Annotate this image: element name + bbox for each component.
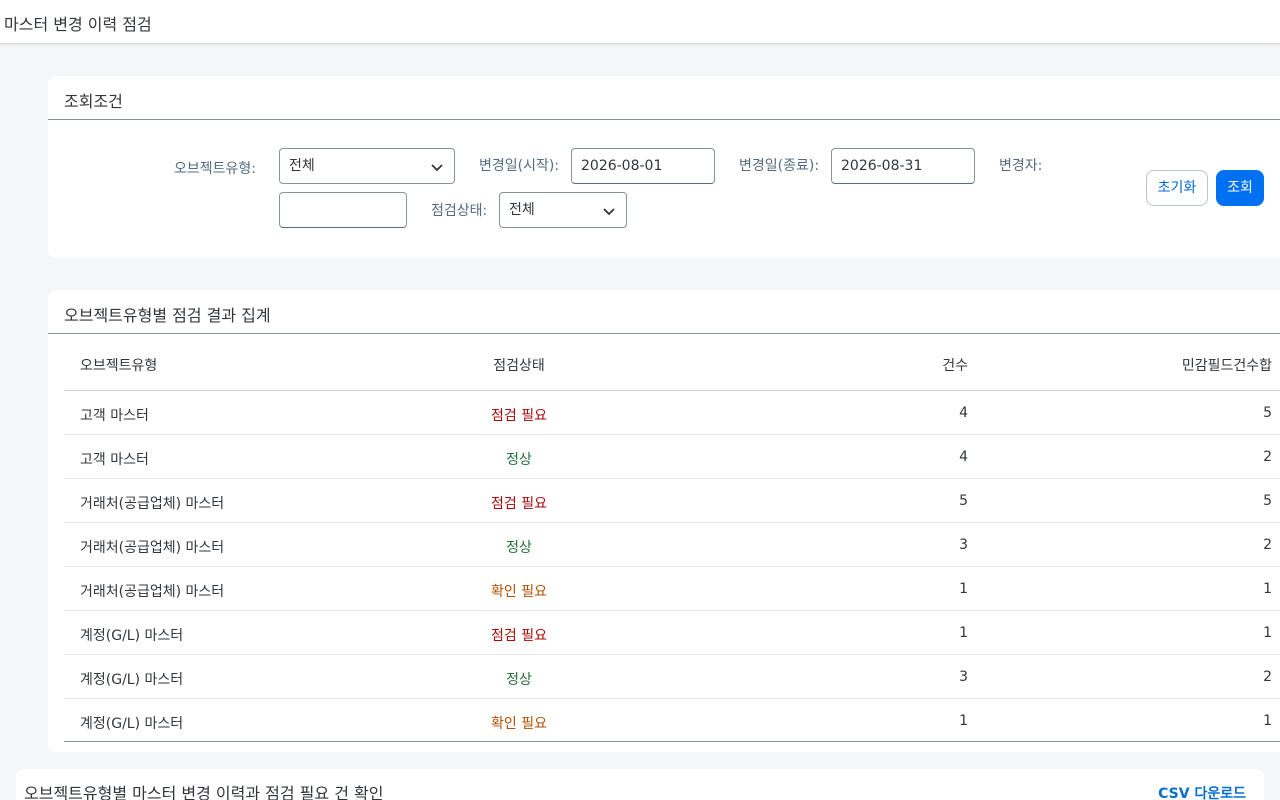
sensitive-sum-cell: 2 xyxy=(1263,669,1272,685)
divider xyxy=(48,119,1280,120)
table-row[interactable]: 거래처(공급업체) 마스터 확인 필요 1 1 xyxy=(64,567,1280,611)
table-header: 오브젝트유형 점검상태 건수 민감필드건수합 xyxy=(64,334,1280,391)
object-type-value: 전체 xyxy=(289,158,315,174)
object-type-cell: 고객 마스터 xyxy=(80,408,149,424)
table-row[interactable]: 거래처(공급업체) 마스터 정상 3 2 xyxy=(64,523,1280,567)
column-header-object-type[interactable]: 오브젝트유형 xyxy=(80,355,157,375)
check-status-cell: 점검 필요 xyxy=(491,628,547,644)
app-header: 마스터 변경 이력 점검 xyxy=(0,0,1280,44)
changed-by-label: 변경자: xyxy=(999,158,1043,174)
object-type-cell: 계정(G/L) 마스터 xyxy=(80,672,184,688)
table-row[interactable]: 계정(G/L) 마스터 점검 필요 1 1 xyxy=(64,611,1280,655)
page-title: 마스터 변경 이력 점검 xyxy=(4,15,152,34)
check-status-cell: 확인 필요 xyxy=(491,716,547,732)
column-header-sensitive-sum[interactable]: 민감필드건수합 xyxy=(1064,355,1272,375)
detail-panel: 오브젝트유형별 마스터 변경 이력과 점검 필요 건 확인 CSV 다운로드 xyxy=(16,769,1264,800)
count-cell: 4 xyxy=(959,449,968,465)
date-from-label: 변경일(시작): xyxy=(479,158,560,174)
count-cell: 3 xyxy=(959,669,968,685)
sensitive-sum-cell: 5 xyxy=(1263,405,1272,421)
date-to-label: 변경일(종료): xyxy=(739,158,820,174)
object-type-cell: 거래처(공급업체) 마스터 xyxy=(80,496,225,512)
date-from-input[interactable]: 2026-08-01 xyxy=(571,148,715,184)
count-cell: 4 xyxy=(959,405,968,421)
summary-table: 오브젝트유형 점검상태 건수 민감필드건수합 고객 마스터 점검 필요 4 5 고객 마… xyxy=(64,334,1280,742)
table-row[interactable]: 계정(G/L) 마스터 정상 3 2 xyxy=(64,655,1280,699)
count-cell: 3 xyxy=(959,537,968,553)
sensitive-sum-cell: 2 xyxy=(1263,449,1272,465)
detail-panel-title: 오브젝트유형별 마스터 변경 이력과 점검 필요 건 확인 xyxy=(24,784,384,800)
sensitive-sum-cell: 1 xyxy=(1263,713,1272,729)
table-body: 고객 마스터 점검 필요 4 5 고객 마스터 정상 4 2 거래처(공급업체) 마스터 점검 필… xyxy=(64,391,1280,742)
changed-by-input[interactable] xyxy=(279,192,407,228)
search-button[interactable]: 조회 xyxy=(1216,170,1264,206)
sensitive-sum-cell: 2 xyxy=(1263,537,1272,553)
object-type-cell: 계정(G/L) 마스터 xyxy=(80,716,184,732)
summary-panel-title: 오브젝트유형별 점검 결과 집계 xyxy=(64,306,271,325)
table-row[interactable]: 고객 마스터 정상 4 2 xyxy=(64,435,1280,479)
check-status-cell: 정상 xyxy=(506,540,532,556)
table-row[interactable]: 거래처(공급업체) 마스터 점검 필요 5 5 xyxy=(64,479,1280,523)
date-to-input[interactable]: 2026-08-31 xyxy=(831,148,975,184)
check-status-cell: 정상 xyxy=(506,672,532,688)
object-type-cell: 계정(G/L) 마스터 xyxy=(80,628,184,644)
filter-panel: 조회조건 오브젝트유형: 전체 변경일(시작): 2026-08-01 변경일(… xyxy=(48,76,1280,258)
object-type-cell: 거래처(공급업체) 마스터 xyxy=(80,584,225,600)
table-row[interactable]: 계정(G/L) 마스터 확인 필요 1 1 xyxy=(64,699,1280,742)
check-status-cell: 정상 xyxy=(506,452,532,468)
chevron-down-icon xyxy=(431,164,443,172)
chevron-down-icon xyxy=(603,208,615,216)
check-status-cell: 확인 필요 xyxy=(491,584,547,600)
count-cell: 1 xyxy=(959,713,968,729)
count-cell: 1 xyxy=(959,625,968,641)
sensitive-sum-cell: 1 xyxy=(1263,581,1272,597)
object-type-label: 오브젝트유형: xyxy=(174,161,256,177)
check-status-select[interactable]: 전체 xyxy=(499,192,627,228)
check-status-cell: 점검 필요 xyxy=(491,496,547,512)
sensitive-sum-cell: 1 xyxy=(1263,625,1272,641)
check-status-value: 전체 xyxy=(509,202,535,218)
check-status-cell: 점검 필요 xyxy=(491,408,547,424)
count-cell: 5 xyxy=(959,493,968,509)
sensitive-sum-cell: 5 xyxy=(1263,493,1272,509)
filter-panel-title: 조회조건 xyxy=(64,92,123,111)
object-type-cell: 거래처(공급업체) 마스터 xyxy=(80,540,225,556)
csv-download-link[interactable]: CSV 다운로드 xyxy=(1158,783,1246,800)
count-cell: 1 xyxy=(959,581,968,597)
check-status-label: 점검상태: xyxy=(431,203,488,219)
table-row[interactable]: 고객 마스터 점검 필요 4 5 xyxy=(64,391,1280,435)
object-type-cell: 고객 마스터 xyxy=(80,452,149,468)
column-header-check-status[interactable]: 점검상태 xyxy=(444,355,594,375)
reset-button[interactable]: 초기화 xyxy=(1146,170,1208,206)
column-header-count[interactable]: 건수 xyxy=(764,355,968,375)
object-type-select[interactable]: 전체 xyxy=(279,148,455,184)
summary-panel: 오브젝트유형별 점검 결과 집계 오브젝트유형 점검상태 건수 민감필드건수합 … xyxy=(48,290,1280,752)
